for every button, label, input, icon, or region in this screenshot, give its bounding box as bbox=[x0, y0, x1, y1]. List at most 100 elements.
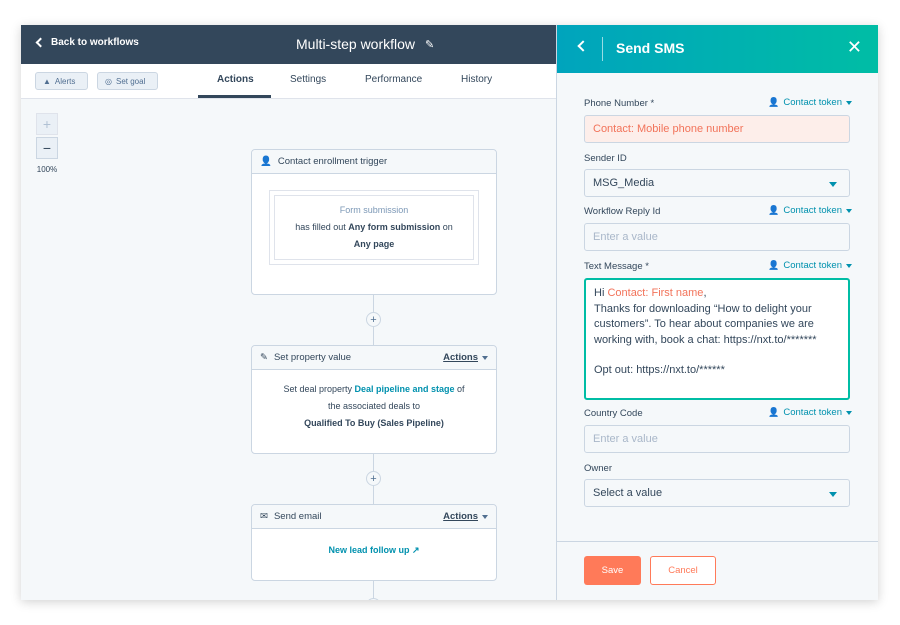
country-code-label: Country Code bbox=[584, 408, 643, 419]
text-message-label: Text Message * bbox=[584, 261, 649, 272]
pencil-icon[interactable]: ✎ bbox=[425, 38, 434, 51]
person-icon: 👤 bbox=[768, 407, 780, 417]
actions-label: Actions bbox=[443, 511, 478, 522]
back-label: Back to workflows bbox=[51, 37, 139, 48]
country-code-field[interactable]: Enter a value bbox=[584, 425, 850, 453]
owner-select[interactable]: Select a value bbox=[584, 479, 850, 507]
tab-settings[interactable]: Settings bbox=[290, 74, 326, 85]
caret-down-icon bbox=[846, 208, 852, 213]
comma: , bbox=[703, 287, 707, 299]
top-header: Back to workflows Multi-step workflow ✎ bbox=[21, 25, 556, 64]
card-header: ✎ Set property value Actions bbox=[252, 346, 496, 370]
actions-dropdown[interactable]: Actions bbox=[443, 352, 488, 363]
reply-label: Workflow Reply Id bbox=[584, 206, 661, 217]
set-goal-button[interactable]: ◎ Set goal bbox=[97, 72, 158, 90]
actions-label: Actions bbox=[443, 352, 478, 363]
send-email-body: New lead follow up ↗ bbox=[252, 529, 496, 559]
back-to-workflows-link[interactable]: Back to workflows bbox=[35, 37, 139, 48]
tab-actions[interactable]: Actions bbox=[217, 74, 254, 85]
card-title: Contact enrollment trigger bbox=[277, 156, 388, 167]
edit-box-icon: ✎ bbox=[260, 352, 268, 363]
zoom-controls: + − 100% bbox=[36, 113, 58, 174]
panel-footer: Save Cancel bbox=[557, 541, 878, 600]
actions-dropdown[interactable]: Actions bbox=[443, 511, 488, 522]
token-label: Contact token bbox=[783, 205, 842, 216]
zoom-in-button[interactable]: + bbox=[36, 113, 58, 135]
first-name-token: Contact: First name bbox=[607, 287, 704, 299]
trigger-type: Form submission bbox=[339, 205, 409, 215]
panel-title: Send SMS bbox=[616, 40, 685, 56]
person-icon: 👤 bbox=[768, 205, 780, 215]
person-icon: 👤 bbox=[768, 260, 780, 270]
person-icon: 👤 bbox=[768, 97, 780, 107]
message-body: Thanks for downloading “How to delight y… bbox=[594, 302, 817, 346]
save-button[interactable]: Save bbox=[584, 556, 641, 585]
add-action-plus-icon[interactable]: + bbox=[366, 471, 381, 486]
message-first-line: Hi Contact: First name, bbox=[594, 286, 840, 302]
sender-label: Sender ID bbox=[584, 153, 627, 164]
active-tab-indicator bbox=[198, 95, 271, 98]
set-property-line2: the associated deals to bbox=[327, 401, 421, 411]
owner-label: Owner bbox=[584, 463, 612, 474]
workflow-reply-id-field[interactable]: Enter a value bbox=[584, 223, 850, 251]
owner-value: Select a value bbox=[593, 487, 663, 499]
workflow-editor: Back to workflows Multi-step workflow ✎ … bbox=[21, 25, 878, 600]
chevron-left-icon bbox=[35, 37, 46, 48]
workflow-canvas[interactable]: + − 100% 👤 Contact enrollment trigger Fo… bbox=[21, 99, 556, 600]
workflow-title-group: Multi-step workflow ✎ bbox=[296, 36, 434, 52]
contact-token-dropdown[interactable]: 👤 Contact token bbox=[768, 97, 852, 108]
alerts-button[interactable]: ▲ Alerts bbox=[35, 72, 88, 90]
caret-down-icon bbox=[482, 355, 488, 360]
trigger-line1: has filled out Any form submission on bbox=[285, 219, 463, 236]
send-email-card[interactable]: ✉ Send email Actions New lead follow up … bbox=[251, 504, 497, 581]
trigger-page: Any page bbox=[353, 239, 395, 249]
text-message-textarea[interactable]: Hi Contact: First name, Thanks for downl… bbox=[584, 278, 850, 400]
target-icon: ◎ bbox=[105, 76, 112, 86]
trigger-filter-box[interactable]: Form submission has filled out Any form … bbox=[274, 195, 474, 260]
email-link[interactable]: New lead follow up bbox=[328, 545, 409, 555]
greeting: Hi bbox=[594, 287, 608, 299]
chevron-left-icon[interactable] bbox=[577, 40, 589, 52]
cancel-button[interactable]: Cancel bbox=[650, 556, 716, 585]
set-property-card[interactable]: ✎ Set property value Actions Set deal pr… bbox=[251, 345, 497, 454]
phone-label: Phone Number * bbox=[584, 98, 655, 109]
text: Set deal property bbox=[283, 384, 355, 394]
text: of bbox=[454, 384, 465, 394]
caret-down-icon bbox=[846, 410, 852, 415]
contact-token-dropdown[interactable]: 👤 Contact token bbox=[768, 260, 852, 271]
phone-number-field[interactable]: Contact: Mobile phone number bbox=[584, 115, 850, 143]
trigger-form: Any form submission bbox=[348, 222, 441, 232]
token-label: Contact token bbox=[783, 407, 842, 418]
envelope-icon: ✉ bbox=[260, 511, 268, 522]
caret-down-icon bbox=[829, 492, 837, 497]
toolbar: ▲ Alerts ◎ Set goal Actions Settings Per… bbox=[21, 64, 556, 99]
card-title: Send email bbox=[273, 511, 322, 522]
enrollment-trigger-card[interactable]: 👤 Contact enrollment trigger Form submis… bbox=[251, 149, 497, 295]
contact-token-dropdown[interactable]: 👤 Contact token bbox=[768, 407, 852, 418]
card-title: Set property value bbox=[273, 352, 352, 363]
trigger-text: has filled out bbox=[295, 222, 349, 232]
trigger-outer-box: Form submission has filled out Any form … bbox=[269, 190, 479, 265]
tab-performance[interactable]: Performance bbox=[365, 74, 422, 85]
sender-id-select[interactable]: MSG_Media bbox=[584, 169, 850, 197]
caret-down-icon bbox=[829, 182, 837, 187]
close-circle-icon[interactable]: × bbox=[366, 598, 381, 600]
contact-token-dropdown[interactable]: 👤 Contact token bbox=[768, 205, 852, 216]
close-icon[interactable]: ✕ bbox=[847, 37, 862, 58]
add-action-plus-icon[interactable]: + bbox=[366, 312, 381, 327]
caret-down-icon bbox=[846, 100, 852, 105]
person-icon: 👤 bbox=[260, 156, 272, 167]
token-label: Contact token bbox=[783, 260, 842, 271]
external-link-icon[interactable]: ↗ bbox=[412, 545, 420, 555]
warning-icon: ▲ bbox=[43, 76, 51, 86]
panel-header: Send SMS ✕ bbox=[557, 25, 878, 73]
deal-pipeline-link[interactable]: Deal pipeline and stage bbox=[355, 384, 455, 394]
divider bbox=[602, 37, 603, 61]
message-optout: Opt out: https://nxt.to/****** bbox=[594, 364, 725, 376]
zoom-out-button[interactable]: − bbox=[36, 137, 58, 159]
card-header: ✉ Send email Actions bbox=[252, 505, 496, 529]
tab-history[interactable]: History bbox=[461, 74, 492, 85]
trigger-line2: Any page bbox=[285, 236, 463, 253]
alerts-label: Alerts bbox=[54, 76, 76, 86]
send-sms-panel: Send SMS ✕ Phone Number * 👤 Contact toke… bbox=[556, 25, 878, 600]
